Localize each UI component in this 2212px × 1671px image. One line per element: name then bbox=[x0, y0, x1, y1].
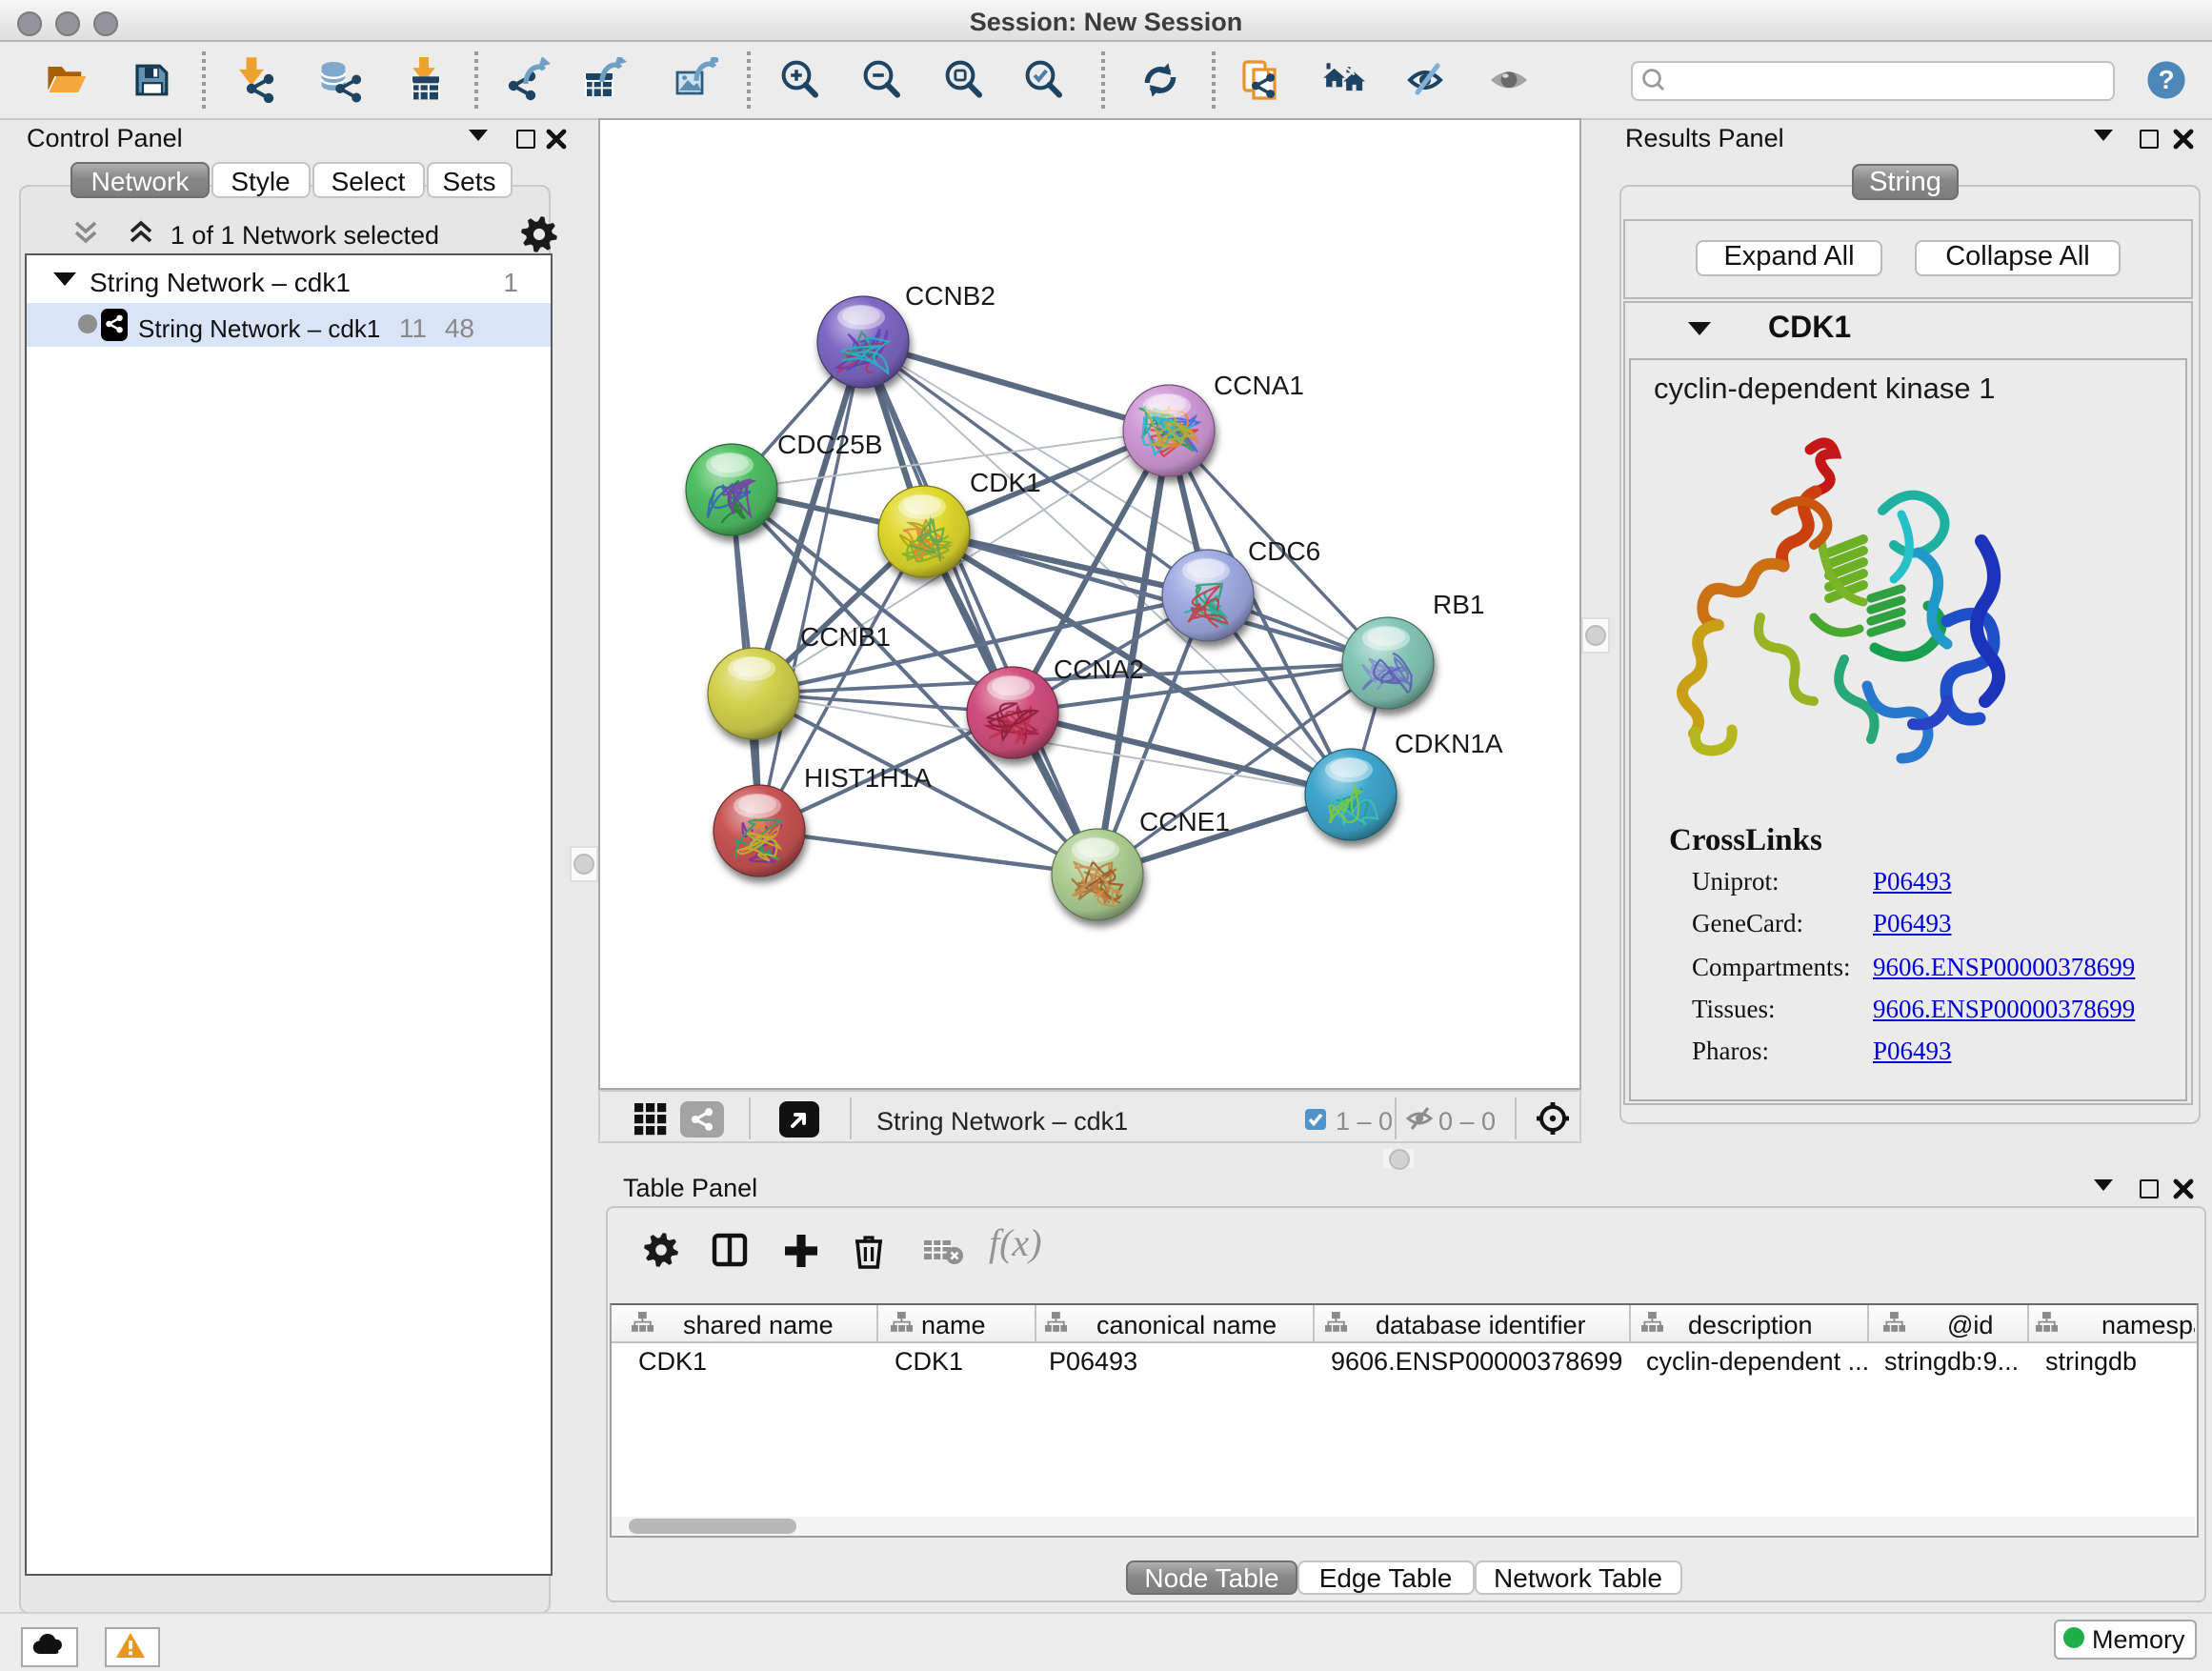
svg-text:?: ? bbox=[2158, 65, 2174, 94]
